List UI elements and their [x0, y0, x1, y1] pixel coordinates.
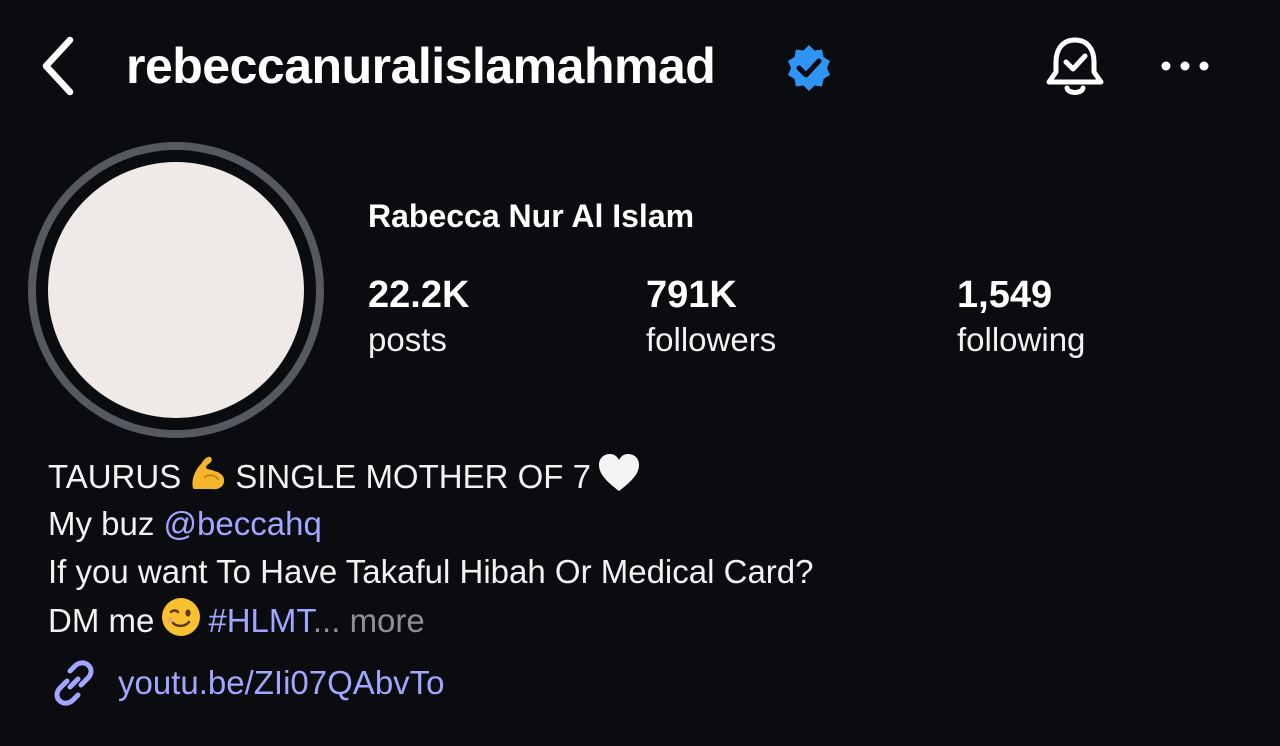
chevron-left-icon — [42, 36, 74, 96]
profile-screen: rebeccanuralislamahmad Rabecca Nur Al Is… — [0, 0, 1280, 746]
avatar — [48, 162, 304, 418]
bio-ellipsis: ... — [312, 602, 341, 640]
more-horizontal-icon — [1161, 61, 1209, 71]
bio-business-label: My buz — [48, 505, 164, 542]
stat-following-value: 1,549 — [957, 274, 1053, 316]
bio-line-2: My buz @beccahq — [48, 500, 1248, 548]
back-button[interactable] — [30, 34, 86, 98]
flexed-biceps-emoji — [187, 452, 229, 507]
stat-followers-label: followers — [646, 321, 777, 358]
winking-face-emoji — [160, 596, 202, 651]
bio-hashtag-link[interactable]: #HLMT — [208, 602, 313, 639]
external-link[interactable]: youtu.be/ZIi07QAbvTo — [48, 656, 445, 710]
stat-followers-value: 791K — [646, 274, 737, 316]
bio-mention-link[interactable]: @beccahq — [164, 505, 322, 542]
stat-posts-label: posts — [368, 321, 447, 358]
profile-username: rebeccanuralislamahmad — [126, 38, 716, 94]
white-heart-emoji — [597, 452, 641, 507]
stat-posts-value: 22.2K — [368, 274, 470, 316]
bio-line-3: If you want To Have Takaful Hibah Or Med… — [48, 553, 814, 590]
link-icon — [54, 660, 94, 706]
verified-badge-icon — [788, 45, 830, 91]
profile-full-name: Rabecca Nur Al Islam — [368, 198, 695, 234]
external-link-text: youtu.be/ZIi07QAbvTo — [118, 664, 445, 701]
bio-more-link[interactable]: more — [350, 602, 425, 639]
stat-following[interactable]: 1,549 following — [957, 272, 1085, 362]
stat-following-label: following — [957, 321, 1086, 358]
notifications-button[interactable] — [1040, 32, 1110, 102]
bio-zodiac-text: TAURUS — [48, 458, 182, 496]
stat-posts[interactable]: 22.2K posts — [368, 272, 469, 362]
bio-line-4: DM me #HLMT... more — [48, 596, 1248, 644]
avatar-story-ring[interactable] — [28, 142, 324, 438]
bio-dm-text: DM me — [48, 602, 155, 640]
stat-followers[interactable]: 791K followers — [646, 272, 776, 362]
bio-line-1: TAURUS SINGLE MOTHER OF 7 — [48, 452, 1248, 500]
bio-mother-text: SINGLE MOTHER OF 7 — [235, 458, 591, 496]
bell-check-icon — [1046, 37, 1104, 95]
more-options-button[interactable] — [1156, 46, 1216, 86]
profile-bio: TAURUS SINGLE MOTHER OF 7 My buz @beccah… — [48, 452, 1248, 644]
